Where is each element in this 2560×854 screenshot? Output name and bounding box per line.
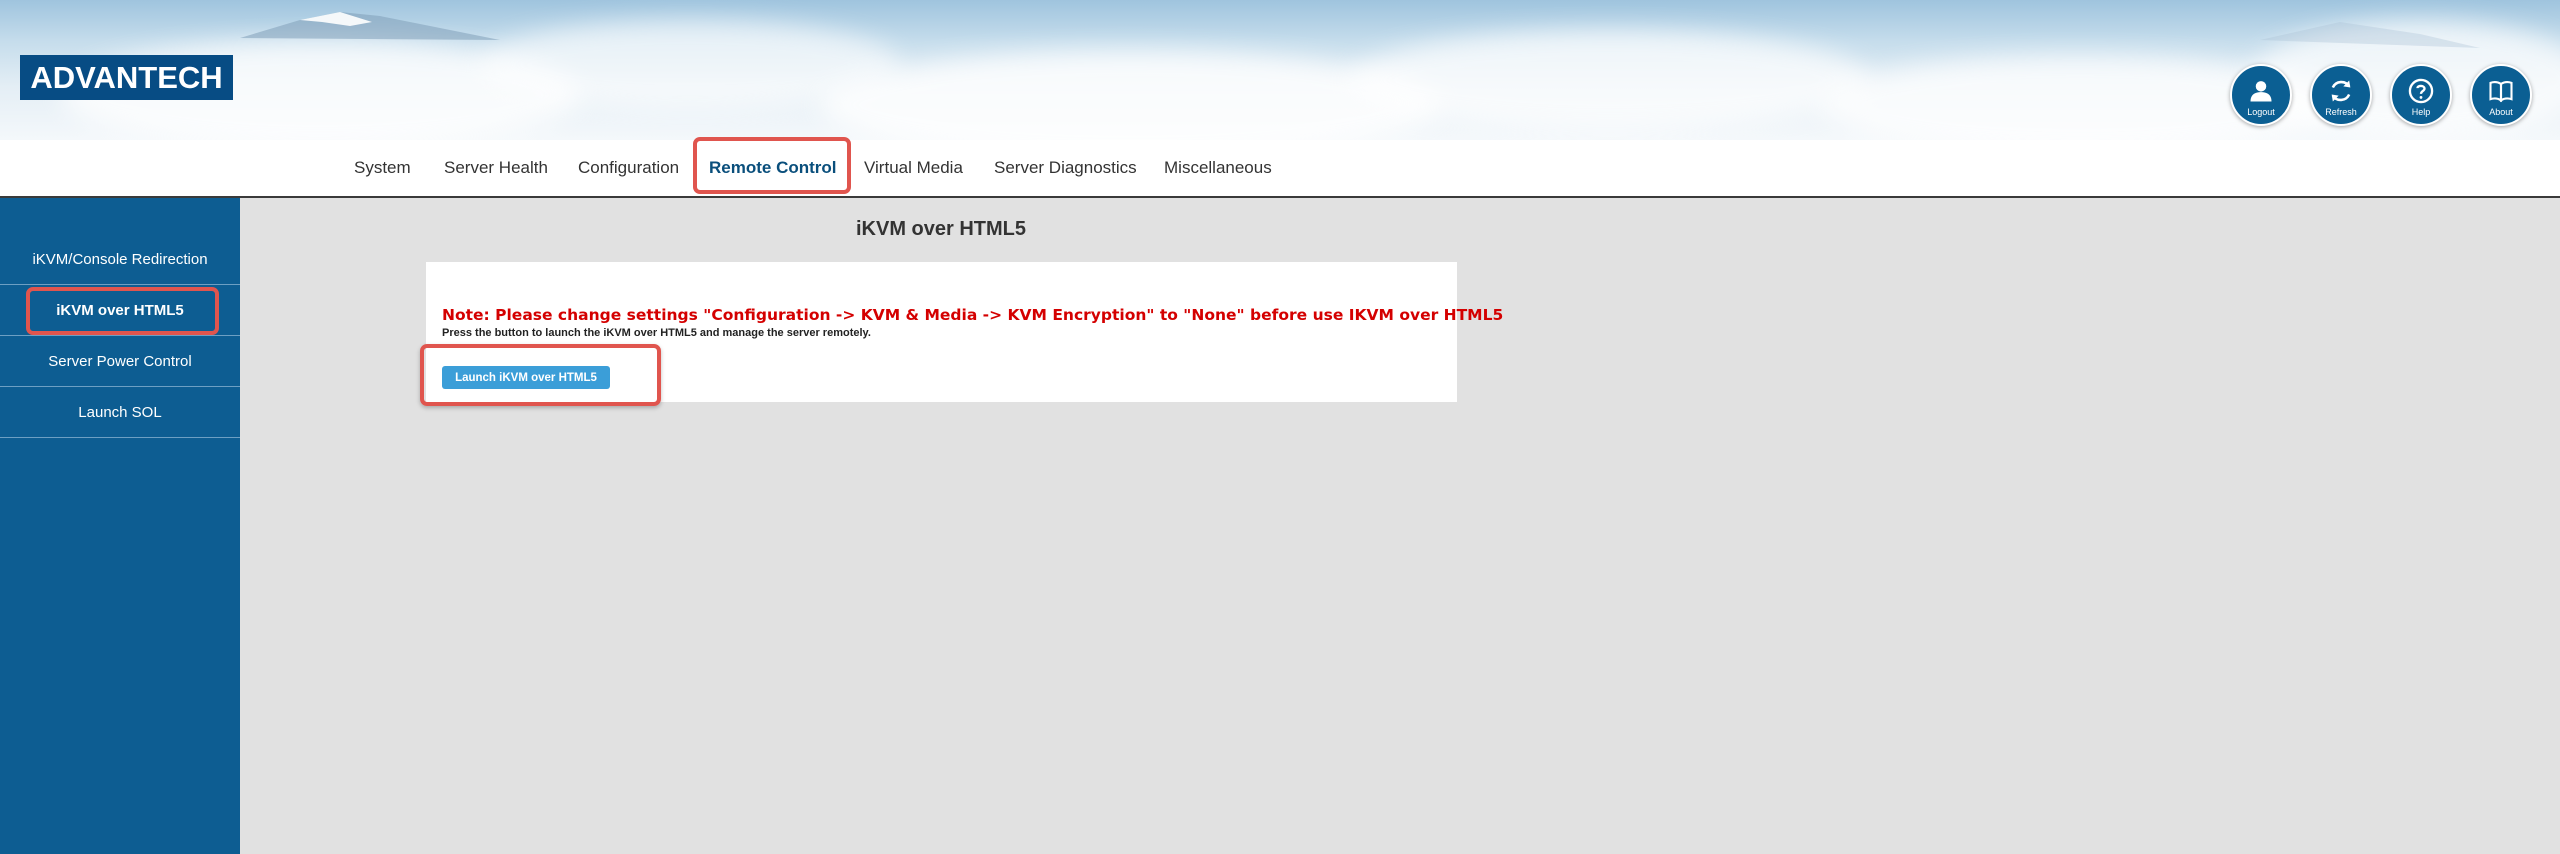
- mountain-decoration: [240, 12, 2480, 48]
- logout-label: Logout: [2247, 107, 2275, 117]
- sidebar-item-label: Server Power Control: [48, 352, 192, 370]
- refresh-label: Refresh: [2325, 107, 2357, 117]
- sidebar-item-server-power-control[interactable]: Server Power Control: [0, 336, 240, 387]
- sidebar-item-label: Launch SOL: [78, 403, 162, 421]
- nav-virtual-media[interactable]: Virtual Media: [864, 140, 963, 196]
- launch-ikvm-button[interactable]: Launch iKVM over HTML5: [442, 366, 610, 389]
- about-button[interactable]: About: [2470, 64, 2532, 126]
- help-button[interactable]: Help: [2390, 64, 2452, 126]
- sidebar-item-ikvm-console-redirection[interactable]: iKVM/Console Redirection: [0, 234, 240, 285]
- sidebar-item-label: iKVM over HTML5: [56, 301, 184, 319]
- top-navigation: System Server Health Configuration Remot…: [0, 140, 2560, 198]
- sidebar-item-label: iKVM/Console Redirection: [32, 250, 208, 268]
- nav-miscellaneous[interactable]: Miscellaneous: [1164, 140, 1272, 196]
- book-icon: [2489, 81, 2513, 103]
- nav-server-diagnostics[interactable]: Server Diagnostics: [994, 140, 1137, 196]
- logo-text: ADVANTECH: [30, 59, 223, 95]
- help-label: Help: [2411, 107, 2431, 117]
- refresh-icon: [2331, 80, 2351, 102]
- refresh-button[interactable]: Refresh: [2310, 64, 2372, 126]
- page-title: iKVM over HTML5: [856, 218, 1027, 240]
- nav-remote-control[interactable]: Remote Control: [709, 140, 837, 196]
- nav-server-health[interactable]: Server Health: [444, 140, 548, 196]
- question-icon: [2408, 78, 2434, 104]
- logout-button[interactable]: Logout: [2230, 64, 2292, 126]
- header-banner: ADVANTECH Logout Refresh Help About: [0, 0, 2560, 140]
- user-icon: [2250, 81, 2272, 102]
- nav-configuration[interactable]: Configuration: [578, 140, 679, 196]
- about-label: About: [2489, 107, 2513, 117]
- description-text: Press the button to launch the iKVM over…: [442, 327, 871, 339]
- advantech-logo: ADVANTECH: [20, 55, 233, 100]
- sidebar-item-launch-sol[interactable]: Launch SOL: [0, 387, 240, 438]
- warning-note: Note: Please change settings "Configurat…: [442, 306, 1504, 324]
- nav-system[interactable]: System: [354, 140, 411, 196]
- sidebar-item-ikvm-over-html5[interactable]: iKVM over HTML5: [0, 285, 240, 336]
